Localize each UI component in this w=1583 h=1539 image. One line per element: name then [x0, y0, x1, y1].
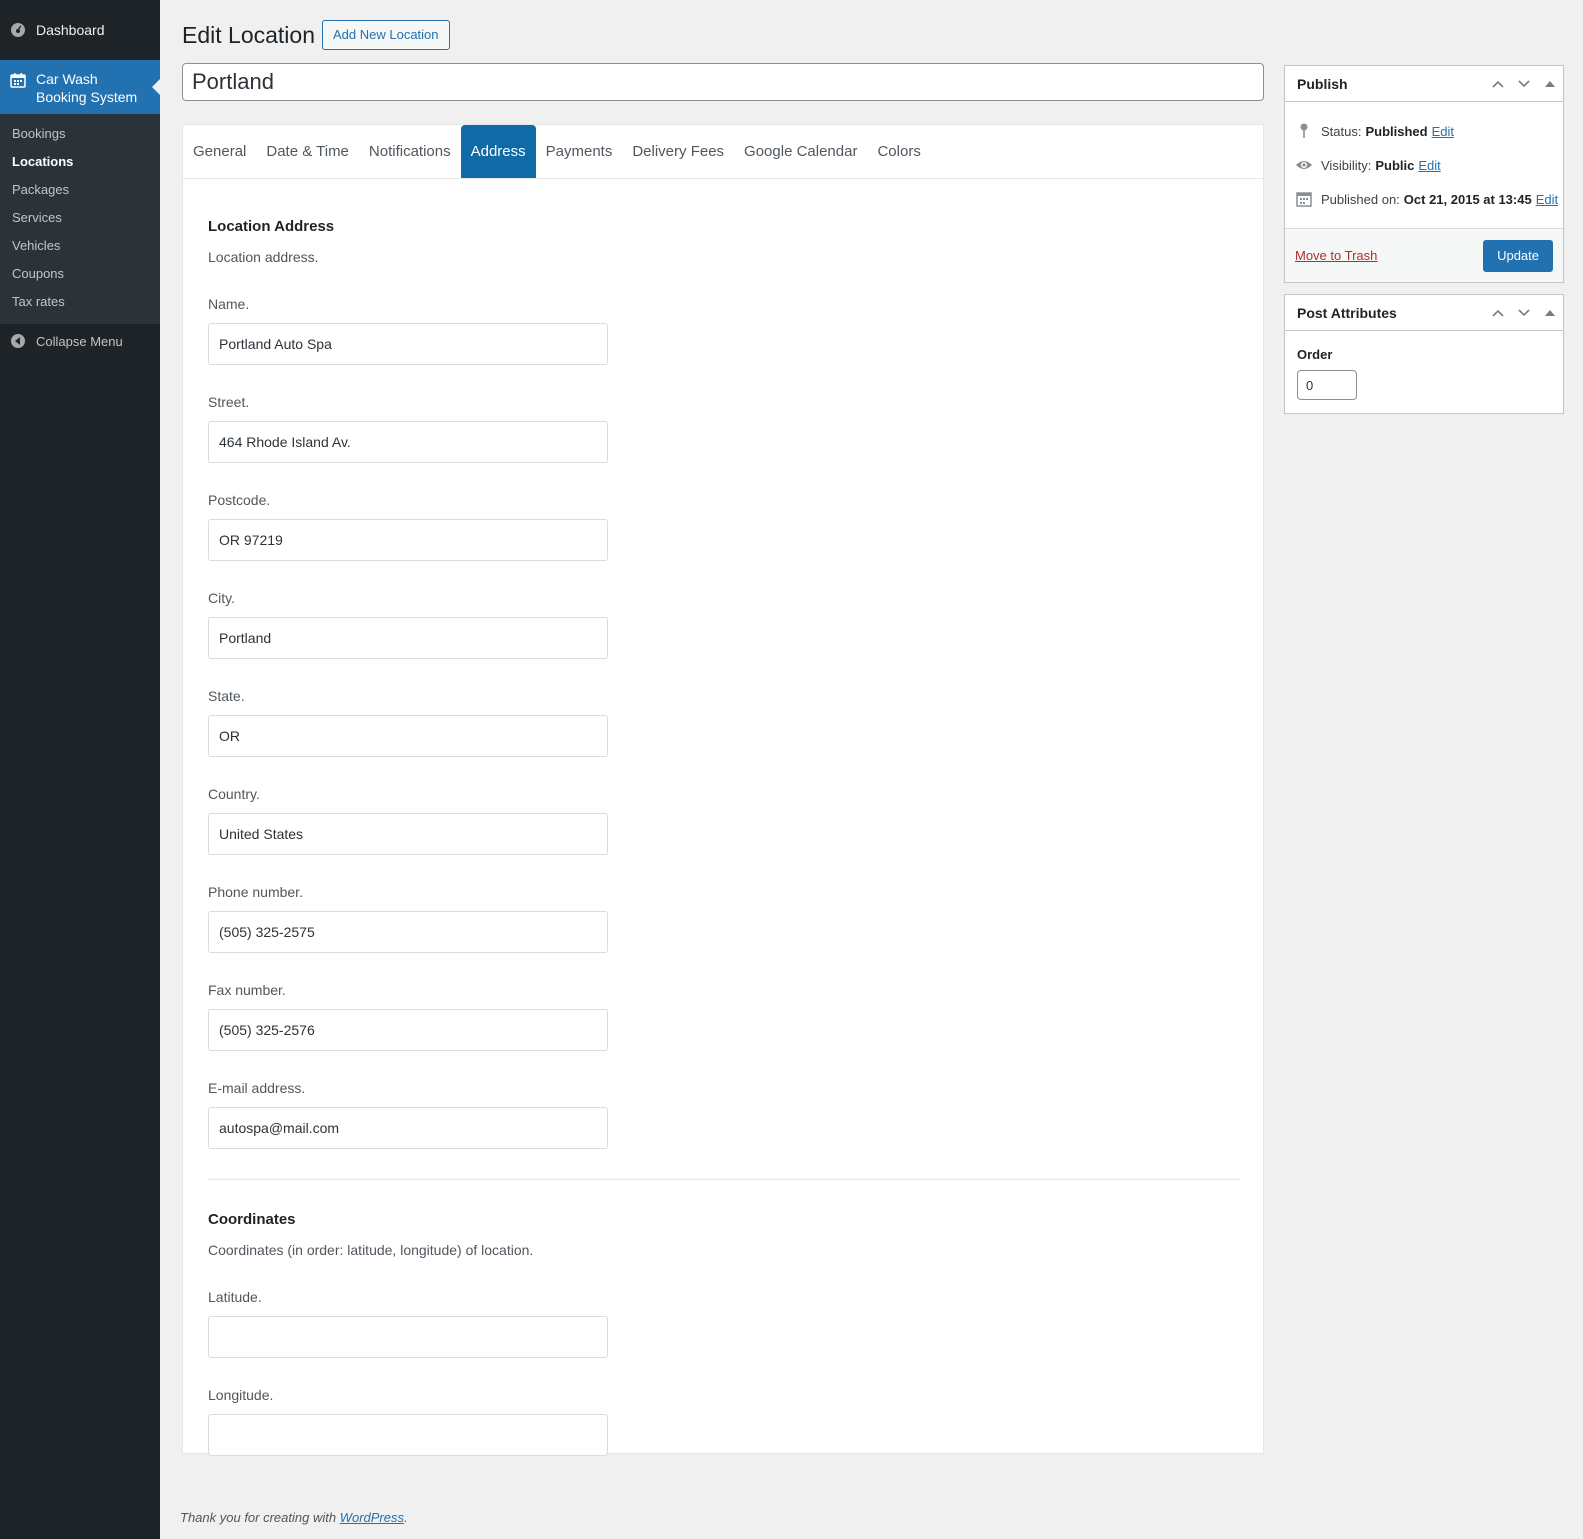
visibility-value: Public	[1375, 157, 1415, 173]
name-label: Name.	[208, 296, 250, 312]
coordinates-heading: Coordinates	[208, 1211, 296, 1228]
tab-address[interactable]: Address	[460, 125, 536, 178]
post-attributes-header: Post Attributes	[1285, 295, 1563, 331]
email-label: E-mail address.	[208, 1080, 306, 1096]
fax-label: Fax number.	[208, 982, 286, 998]
calendar-icon	[10, 73, 26, 88]
menu-dashboard-label: Dashboard	[36, 22, 105, 38]
longitude-label: Longitude.	[208, 1387, 274, 1403]
status-row: Status: Published Edit	[1285, 114, 1563, 148]
order-label: Order	[1297, 347, 1333, 362]
name-input[interactable]	[208, 323, 608, 365]
tab-notifications[interactable]: Notifications	[359, 125, 461, 178]
latitude-input[interactable]	[208, 1316, 608, 1358]
page-title: Edit Location	[182, 22, 315, 48]
edit-visibility-link[interactable]: Edit	[1418, 158, 1440, 173]
collapse-menu-button[interactable]: Collapse Menu	[0, 324, 160, 358]
coordinates-description: Coordinates (in order: latitude, longitu…	[208, 1242, 534, 1258]
submenu-coupons[interactable]: Coupons	[0, 260, 160, 288]
tab-colors[interactable]: Colors	[867, 125, 930, 178]
menu-car-wash-booking[interactable]: Car Wash Booking System	[0, 60, 160, 114]
submenu-locations[interactable]: Locations	[0, 148, 160, 176]
email-input[interactable]	[208, 1107, 608, 1149]
location-address-heading: Location Address	[208, 218, 335, 235]
menu-car-wash-label: Car Wash Booking System	[36, 71, 138, 105]
submenu-bookings[interactable]: Bookings	[0, 120, 160, 148]
dashboard-icon	[11, 23, 25, 37]
admin-footer: Thank you for creating with WordPress.	[180, 1510, 408, 1525]
publish-box: Publish Status: Published Edit Visibility:…	[1284, 65, 1564, 283]
publish-actions: Move to Trash Update	[1285, 228, 1563, 282]
move-up-icon[interactable]	[1485, 295, 1511, 331]
menu-dashboard[interactable]: Dashboard	[0, 0, 160, 60]
submenu: Bookings Locations Packages Services Veh…	[0, 114, 160, 324]
submenu-tax-rates[interactable]: Tax rates	[0, 288, 160, 316]
visibility-row: Visibility: Public Edit	[1285, 148, 1563, 182]
post-attributes-title: Post Attributes	[1297, 304, 1397, 321]
state-label: State.	[208, 688, 245, 704]
phone-input[interactable]	[208, 911, 608, 953]
latitude-label: Latitude.	[208, 1289, 262, 1305]
postcode-input[interactable]	[208, 519, 608, 561]
order-input[interactable]	[1297, 370, 1357, 400]
country-label: Country.	[208, 786, 260, 802]
calendar-icon	[1296, 192, 1312, 207]
location-address-description: Location address.	[208, 249, 319, 265]
toggle-panel-icon[interactable]	[1537, 295, 1563, 331]
city-input[interactable]	[208, 617, 608, 659]
phone-label: Phone number.	[208, 884, 303, 900]
move-down-icon[interactable]	[1511, 66, 1537, 102]
published-on-row: Published on: Oct 21, 2015 at 13:45 Edit	[1285, 182, 1563, 216]
toggle-panel-icon[interactable]	[1537, 66, 1563, 102]
publish-box-title: Publish	[1297, 75, 1348, 92]
post-attributes-box: Post Attributes Order	[1284, 294, 1564, 414]
longitude-input[interactable]	[208, 1414, 608, 1456]
published-date-value: Oct 21, 2015 at 13:45	[1403, 191, 1532, 207]
collapse-arrow-icon	[11, 334, 25, 348]
edit-status-link[interactable]: Edit	[1432, 124, 1454, 139]
street-label: Street.	[208, 394, 250, 410]
section-divider	[208, 1179, 1240, 1180]
tab-google-calendar[interactable]: Google Calendar	[734, 125, 867, 178]
address-form: Location Address Location address. Name.…	[183, 179, 1263, 1456]
location-settings-panel: General Date & Time Notifications Addres…	[182, 124, 1264, 1456]
pin-icon	[1300, 123, 1308, 138]
city-label: City.	[208, 590, 235, 606]
move-up-icon[interactable]	[1485, 66, 1511, 102]
admin-sidebar: Dashboard Car Wash Booking System Booking…	[0, 0, 160, 1539]
street-input[interactable]	[208, 421, 608, 463]
tab-date-time[interactable]: Date & Time	[256, 125, 359, 178]
status-value: Published	[1365, 123, 1428, 139]
add-new-location-button[interactable]: Add New Location	[322, 20, 450, 50]
edit-date-link[interactable]: Edit	[1536, 192, 1558, 207]
tab-delivery-fees[interactable]: Delivery Fees	[622, 125, 734, 178]
wordpress-link[interactable]: WordPress	[340, 1510, 404, 1525]
postcode-label: Postcode.	[208, 492, 271, 508]
settings-tabs: General Date & Time Notifications Addres…	[183, 125, 1263, 179]
collapse-menu-label: Collapse Menu	[36, 333, 123, 349]
submenu-vehicles[interactable]: Vehicles	[0, 232, 160, 260]
submenu-services[interactable]: Services	[0, 204, 160, 232]
country-input[interactable]	[208, 813, 608, 855]
update-button[interactable]: Update	[1483, 239, 1553, 272]
move-down-icon[interactable]	[1511, 295, 1537, 331]
eye-icon	[1296, 161, 1312, 169]
move-to-trash-link[interactable]: Move to Trash	[1295, 248, 1377, 263]
state-input[interactable]	[208, 715, 608, 757]
tab-payments[interactable]: Payments	[536, 125, 623, 178]
publish-box-header: Publish	[1285, 66, 1563, 102]
post-title-input[interactable]	[182, 63, 1264, 101]
fax-input[interactable]	[208, 1009, 608, 1051]
submenu-packages[interactable]: Packages	[0, 176, 160, 204]
tab-general[interactable]: General	[183, 125, 256, 178]
